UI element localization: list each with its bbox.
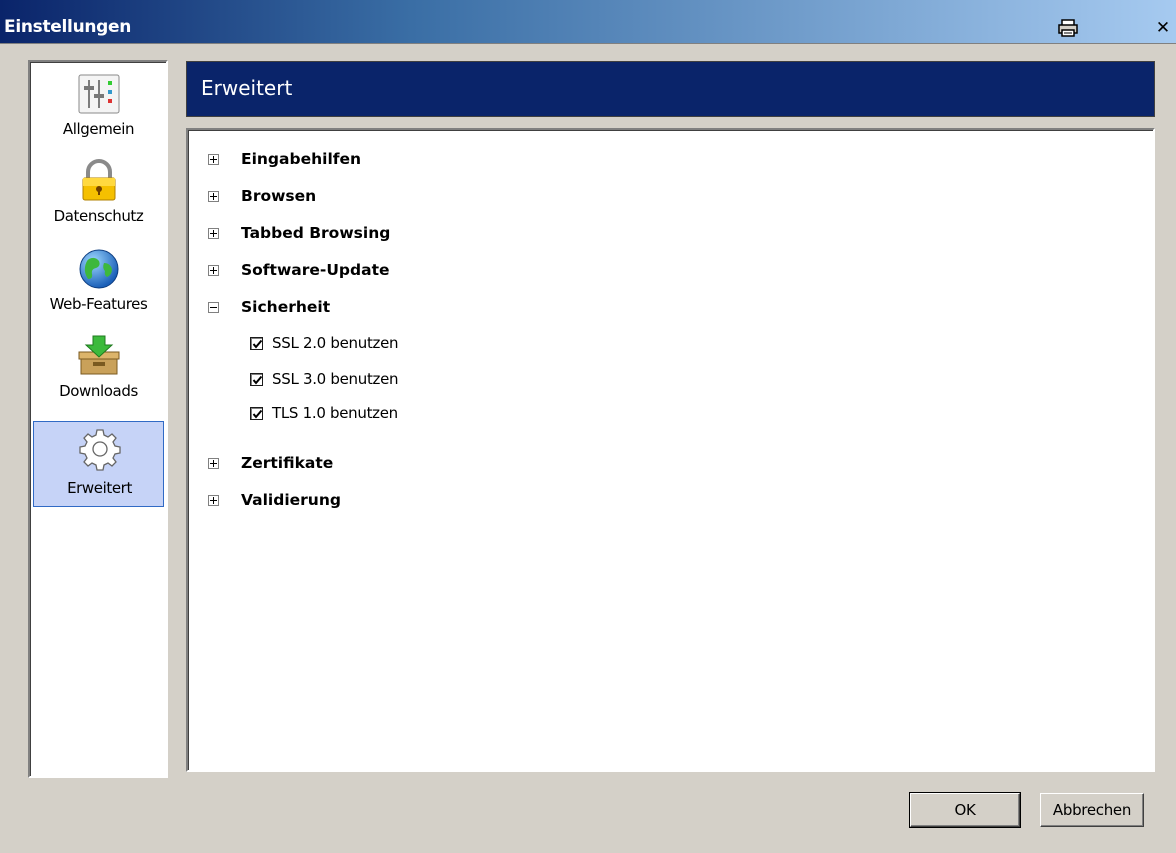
- section-label: Validierung: [241, 491, 341, 509]
- sidebar-item-allgemein[interactable]: Allgemein: [33, 66, 164, 152]
- settings-panel: Eingabehilfen Browsen Tabbed Browsing So…: [186, 128, 1155, 772]
- title-bar: Einstellungen ✕: [0, 0, 1176, 44]
- padlock-icon: [77, 159, 121, 203]
- section-label: Tabbed Browsing: [241, 224, 391, 242]
- option-ssl2[interactable]: SSL 2.0 benutzen: [250, 332, 399, 354]
- printer-icon[interactable]: [1057, 18, 1079, 38]
- section-zertifikate[interactable]: Zertifikate: [208, 452, 333, 474]
- expand-icon[interactable]: [208, 494, 219, 506]
- sidebar-item-label: Web-Features: [49, 295, 148, 313]
- section-sicherheit[interactable]: Sicherheit: [208, 296, 330, 318]
- section-software-update[interactable]: Software-Update: [208, 259, 390, 281]
- gear-icon: [78, 427, 122, 471]
- option-label: SSL 2.0 benutzen: [272, 334, 399, 352]
- section-label: Software-Update: [241, 261, 390, 279]
- expand-icon[interactable]: [208, 227, 219, 239]
- window-title: Einstellungen: [4, 17, 132, 37]
- section-tabbed-browsing[interactable]: Tabbed Browsing: [208, 222, 390, 244]
- option-label: SSL 3.0 benutzen: [272, 370, 399, 388]
- sidebar-item-label: Allgemein: [62, 120, 135, 138]
- expand-icon[interactable]: [208, 457, 219, 469]
- collapse-icon[interactable]: [208, 301, 219, 313]
- expand-icon[interactable]: [208, 264, 219, 276]
- close-icon[interactable]: ✕: [1152, 18, 1174, 38]
- sidebar-item-label: Datenschutz: [53, 207, 144, 225]
- tls1-checkbox[interactable]: [250, 406, 263, 420]
- ssl3-checkbox[interactable]: [250, 372, 263, 386]
- globe-icon: [77, 247, 121, 291]
- section-label: Eingabehilfen: [241, 150, 362, 168]
- expand-icon[interactable]: [208, 153, 219, 165]
- sidebar-item-erweitert[interactable]: Erweitert: [33, 421, 164, 507]
- option-ssl3[interactable]: SSL 3.0 benutzen: [250, 368, 399, 390]
- section-validierung[interactable]: Validierung: [208, 489, 341, 511]
- cancel-button[interactable]: Abbrechen: [1040, 793, 1144, 827]
- ok-button[interactable]: OK: [909, 792, 1021, 828]
- option-tls1[interactable]: TLS 1.0 benutzen: [250, 402, 398, 424]
- sidebar-item-label: Erweitert: [67, 479, 132, 497]
- expand-icon[interactable]: [208, 190, 219, 202]
- sliders-icon: [77, 72, 121, 116]
- section-label: Browsen: [241, 187, 317, 205]
- sidebar-item-datenschutz[interactable]: Datenschutz: [33, 153, 164, 239]
- sidebar-item-web-features[interactable]: Web-Features: [33, 241, 164, 327]
- section-header: Erweitert: [186, 61, 1155, 117]
- category-sidebar: Allgemein Datenschutz Web-Features Downl…: [28, 60, 168, 778]
- sidebar-item-label: Downloads: [59, 382, 138, 400]
- download-box-icon: [77, 334, 121, 378]
- option-label: TLS 1.0 benutzen: [272, 404, 398, 422]
- section-eingabehilfen[interactable]: Eingabehilfen: [208, 148, 361, 170]
- ssl2-checkbox[interactable]: [250, 336, 263, 350]
- section-label: Zertifikate: [241, 454, 334, 472]
- section-label: Sicherheit: [241, 298, 331, 316]
- section-browsen[interactable]: Browsen: [208, 185, 316, 207]
- page-title: Erweitert: [201, 76, 293, 100]
- sidebar-item-downloads[interactable]: Downloads: [33, 328, 164, 414]
